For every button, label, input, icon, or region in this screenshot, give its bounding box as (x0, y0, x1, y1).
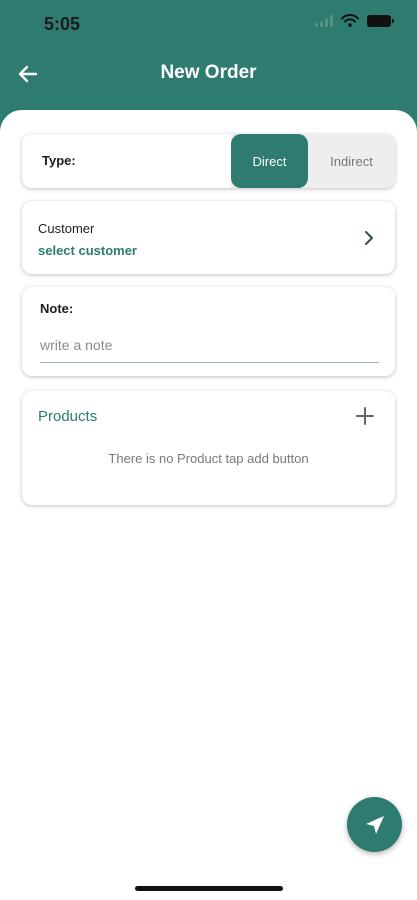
status-icons (315, 14, 394, 27)
note-input[interactable] (40, 327, 379, 363)
add-product-plus-icon[interactable] (355, 406, 375, 426)
select-customer-link[interactable]: select customer (38, 243, 137, 258)
type-card: Type: Direct Indirect (22, 134, 395, 188)
cellular-signal-icon (315, 14, 333, 27)
status-time: 5:05 (44, 14, 81, 34)
type-label: Type: (42, 153, 76, 168)
note-card: Note: (22, 287, 395, 376)
products-card: Products There is no Product tap add but… (22, 391, 395, 505)
customer-label: Customer (38, 221, 95, 236)
home-indicator (135, 886, 283, 891)
submit-order-button[interactable] (347, 797, 402, 852)
chevron-right-icon[interactable] (363, 230, 375, 246)
type-segmented-control: Direct Indirect (231, 134, 395, 188)
page-title: New Order (160, 62, 257, 83)
battery-icon (367, 14, 394, 27)
products-empty-message: There is no Product tap add button (108, 451, 309, 466)
type-option-indirect[interactable]: Indirect (308, 134, 395, 188)
type-option-direct[interactable]: Direct (231, 134, 308, 188)
navigation-arrow-icon (365, 815, 384, 834)
products-label: Products (38, 408, 98, 425)
wifi-icon (341, 14, 359, 27)
customer-selector[interactable]: Customer select customer (22, 201, 395, 274)
note-label: Note: (40, 301, 74, 316)
